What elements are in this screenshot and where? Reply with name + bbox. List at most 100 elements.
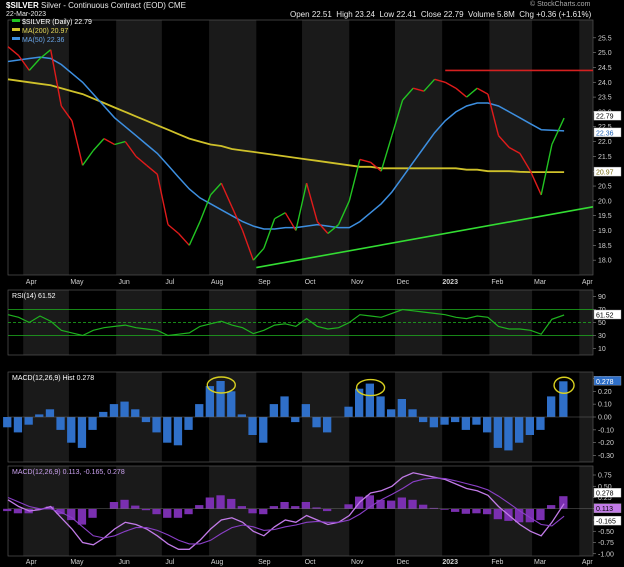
hist-bar xyxy=(99,411,108,417)
price-tick-label: 23.5 xyxy=(598,95,612,102)
hist-bar xyxy=(35,414,44,417)
hist-bar xyxy=(387,409,396,417)
x-tick-label: May xyxy=(70,279,84,286)
macd-hist-bar xyxy=(483,508,492,515)
hist-bar xyxy=(259,417,268,443)
macd-hist-bar xyxy=(248,508,257,514)
price-segment xyxy=(71,120,84,166)
macd-hist-bar xyxy=(3,508,12,512)
price-segment xyxy=(529,170,542,196)
month-stripe xyxy=(394,466,443,556)
price-tick-label: 25.5 xyxy=(598,35,612,42)
macd-hist-bar xyxy=(216,495,225,509)
macd-hist-bar xyxy=(88,508,97,518)
hist-tick-label: 0.00 xyxy=(598,415,612,422)
macd-hist-bar xyxy=(195,505,204,509)
x-tick-label: Apr xyxy=(582,279,594,286)
hist-bar xyxy=(504,417,513,451)
price-tick-label: 20.5 xyxy=(598,184,612,191)
price-segment xyxy=(540,144,553,196)
macd-hist-bar xyxy=(163,508,172,518)
hist-bar xyxy=(237,414,246,417)
month-stripe xyxy=(579,20,593,275)
x-tick-label: Nov xyxy=(351,279,364,286)
macd-hist-bar xyxy=(301,502,310,509)
price-legend-entry: $SILVER (Daily) 22.79 xyxy=(22,19,92,26)
price-segment xyxy=(466,87,478,98)
x-tick-label: Feb xyxy=(491,279,503,286)
macd-tick-label: 0.75 xyxy=(598,473,612,480)
x-tick-label: Aug xyxy=(211,279,224,286)
hist-bar xyxy=(152,417,161,433)
price-segment xyxy=(274,212,286,220)
macd-hist-bar xyxy=(237,506,246,509)
macd-hist-bar xyxy=(291,506,300,509)
price-segment xyxy=(7,46,20,57)
macd-hist-bar xyxy=(344,504,353,509)
macd-hist-bar xyxy=(419,504,428,509)
hist-bar xyxy=(483,417,492,433)
x-tick-label: Sep xyxy=(258,559,271,566)
price-segment xyxy=(167,224,180,235)
macd-line-badge: 0.113 xyxy=(596,506,613,513)
price-segment xyxy=(178,233,190,246)
price-segment xyxy=(359,158,371,163)
month-stripe xyxy=(116,20,162,275)
x-tick-label: Apr xyxy=(26,279,38,286)
macd-hist-bar xyxy=(13,508,23,514)
hist-bar xyxy=(472,417,481,425)
hist-bar xyxy=(312,417,321,428)
hist-bar xyxy=(24,417,33,425)
price-tick-label: 24.5 xyxy=(598,65,612,72)
price-segment xyxy=(263,218,276,249)
hist-bar xyxy=(13,417,23,433)
x-tick-label: Jul xyxy=(165,559,174,566)
rsi-tick-label: 30 xyxy=(598,333,606,340)
macd-tick-label: -1.00 xyxy=(598,551,614,558)
x-tick-label: Mar xyxy=(534,559,547,566)
hist-bar xyxy=(88,417,97,430)
price-tick-label: 18.5 xyxy=(598,243,612,250)
price-segment xyxy=(103,137,115,146)
macd-hist-bar xyxy=(376,499,385,509)
macd-hist-bar xyxy=(387,500,396,509)
hist-tick-label: -0.10 xyxy=(598,427,614,434)
price-segment xyxy=(92,138,105,151)
price-tick-label: 19.0 xyxy=(598,228,612,235)
macd-title: MACD(12,26,9) 0.113, -0.165, 0.278 xyxy=(12,469,125,476)
month-stripe xyxy=(302,20,350,275)
macd-hist-bar xyxy=(205,497,214,509)
x-tick-label: Feb xyxy=(491,559,503,566)
macd-hist-bar xyxy=(280,502,289,509)
hist-bar xyxy=(559,381,568,417)
macd-hist-bar xyxy=(120,499,129,509)
hist-bar xyxy=(429,417,438,428)
month-stripe xyxy=(394,20,443,275)
x-tick-label: Oct xyxy=(305,559,316,566)
hist-bar xyxy=(344,406,353,417)
legend-swatch xyxy=(12,28,20,31)
macd-hist-bar xyxy=(323,508,332,512)
hist-bar xyxy=(440,417,449,425)
hist-bar xyxy=(323,417,332,433)
hist-bar xyxy=(109,404,119,417)
macd-hist-bar xyxy=(559,496,568,509)
hist-bar xyxy=(120,401,129,417)
x-tick-label: Dec xyxy=(397,279,410,286)
hist-bar xyxy=(525,417,534,435)
hist-bar xyxy=(408,409,417,417)
ma200-badge: 20.97 xyxy=(596,170,614,177)
macd-hist-bar xyxy=(227,498,236,509)
hist-bar xyxy=(216,381,225,417)
stock-chart: 25.525.024.524.023.523.022.522.021.521.0… xyxy=(3,19,622,566)
ma50-line xyxy=(7,56,565,230)
hist-bar xyxy=(184,417,193,430)
rsi-badge: 61.52 xyxy=(596,313,614,320)
macd-hist-bar xyxy=(77,508,87,525)
x-tick-label: 2023 xyxy=(442,559,458,566)
price-tick-label: 19.5 xyxy=(598,213,612,220)
x-tick-label: Nov xyxy=(351,559,364,566)
price-legend-entry: MA(200) 20.97 xyxy=(22,28,68,35)
price-segment xyxy=(380,135,393,172)
macd-hist-bar xyxy=(259,508,268,515)
